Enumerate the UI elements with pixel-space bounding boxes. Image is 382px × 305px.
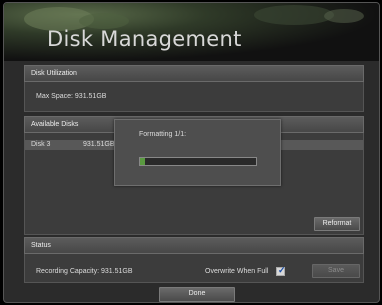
formatting-dialog: Formatting 1/1: <box>114 119 281 186</box>
overwrite-label: Overwrite When Full <box>205 268 269 275</box>
formatting-progress-fill <box>140 158 145 165</box>
overwrite-checkbox[interactable]: ✓ <box>276 265 286 276</box>
formatting-progress-bar <box>139 157 257 166</box>
disk-size: 931.51GB <box>83 141 115 148</box>
checkmark-icon: ✓ <box>278 265 286 275</box>
save-button[interactable]: Save <box>312 264 360 278</box>
leaf-decoration <box>254 5 334 25</box>
disk-utilization-panel: Max Space: 931.51GB <box>24 82 364 112</box>
disk-management-window: Disk Management Disk Utilization Max Spa… <box>3 2 380 303</box>
page-title: Disk Management <box>47 27 242 51</box>
disk-utilization-header: Disk Utilization <box>24 65 364 82</box>
max-space-text: Max Space: 931.51GB <box>36 93 107 100</box>
disk-name: Disk 3 <box>31 141 51 148</box>
formatting-label: Formatting 1/1: <box>139 131 187 138</box>
status-header: Status <box>24 237 364 254</box>
done-button[interactable]: Done <box>159 287 235 302</box>
recording-capacity-text: Recording Capacity: 931.51GB <box>36 268 133 275</box>
leaf-decoration <box>324 9 364 23</box>
reformat-button[interactable]: Reformat <box>314 217 360 231</box>
header-banner: Disk Management <box>4 3 379 61</box>
